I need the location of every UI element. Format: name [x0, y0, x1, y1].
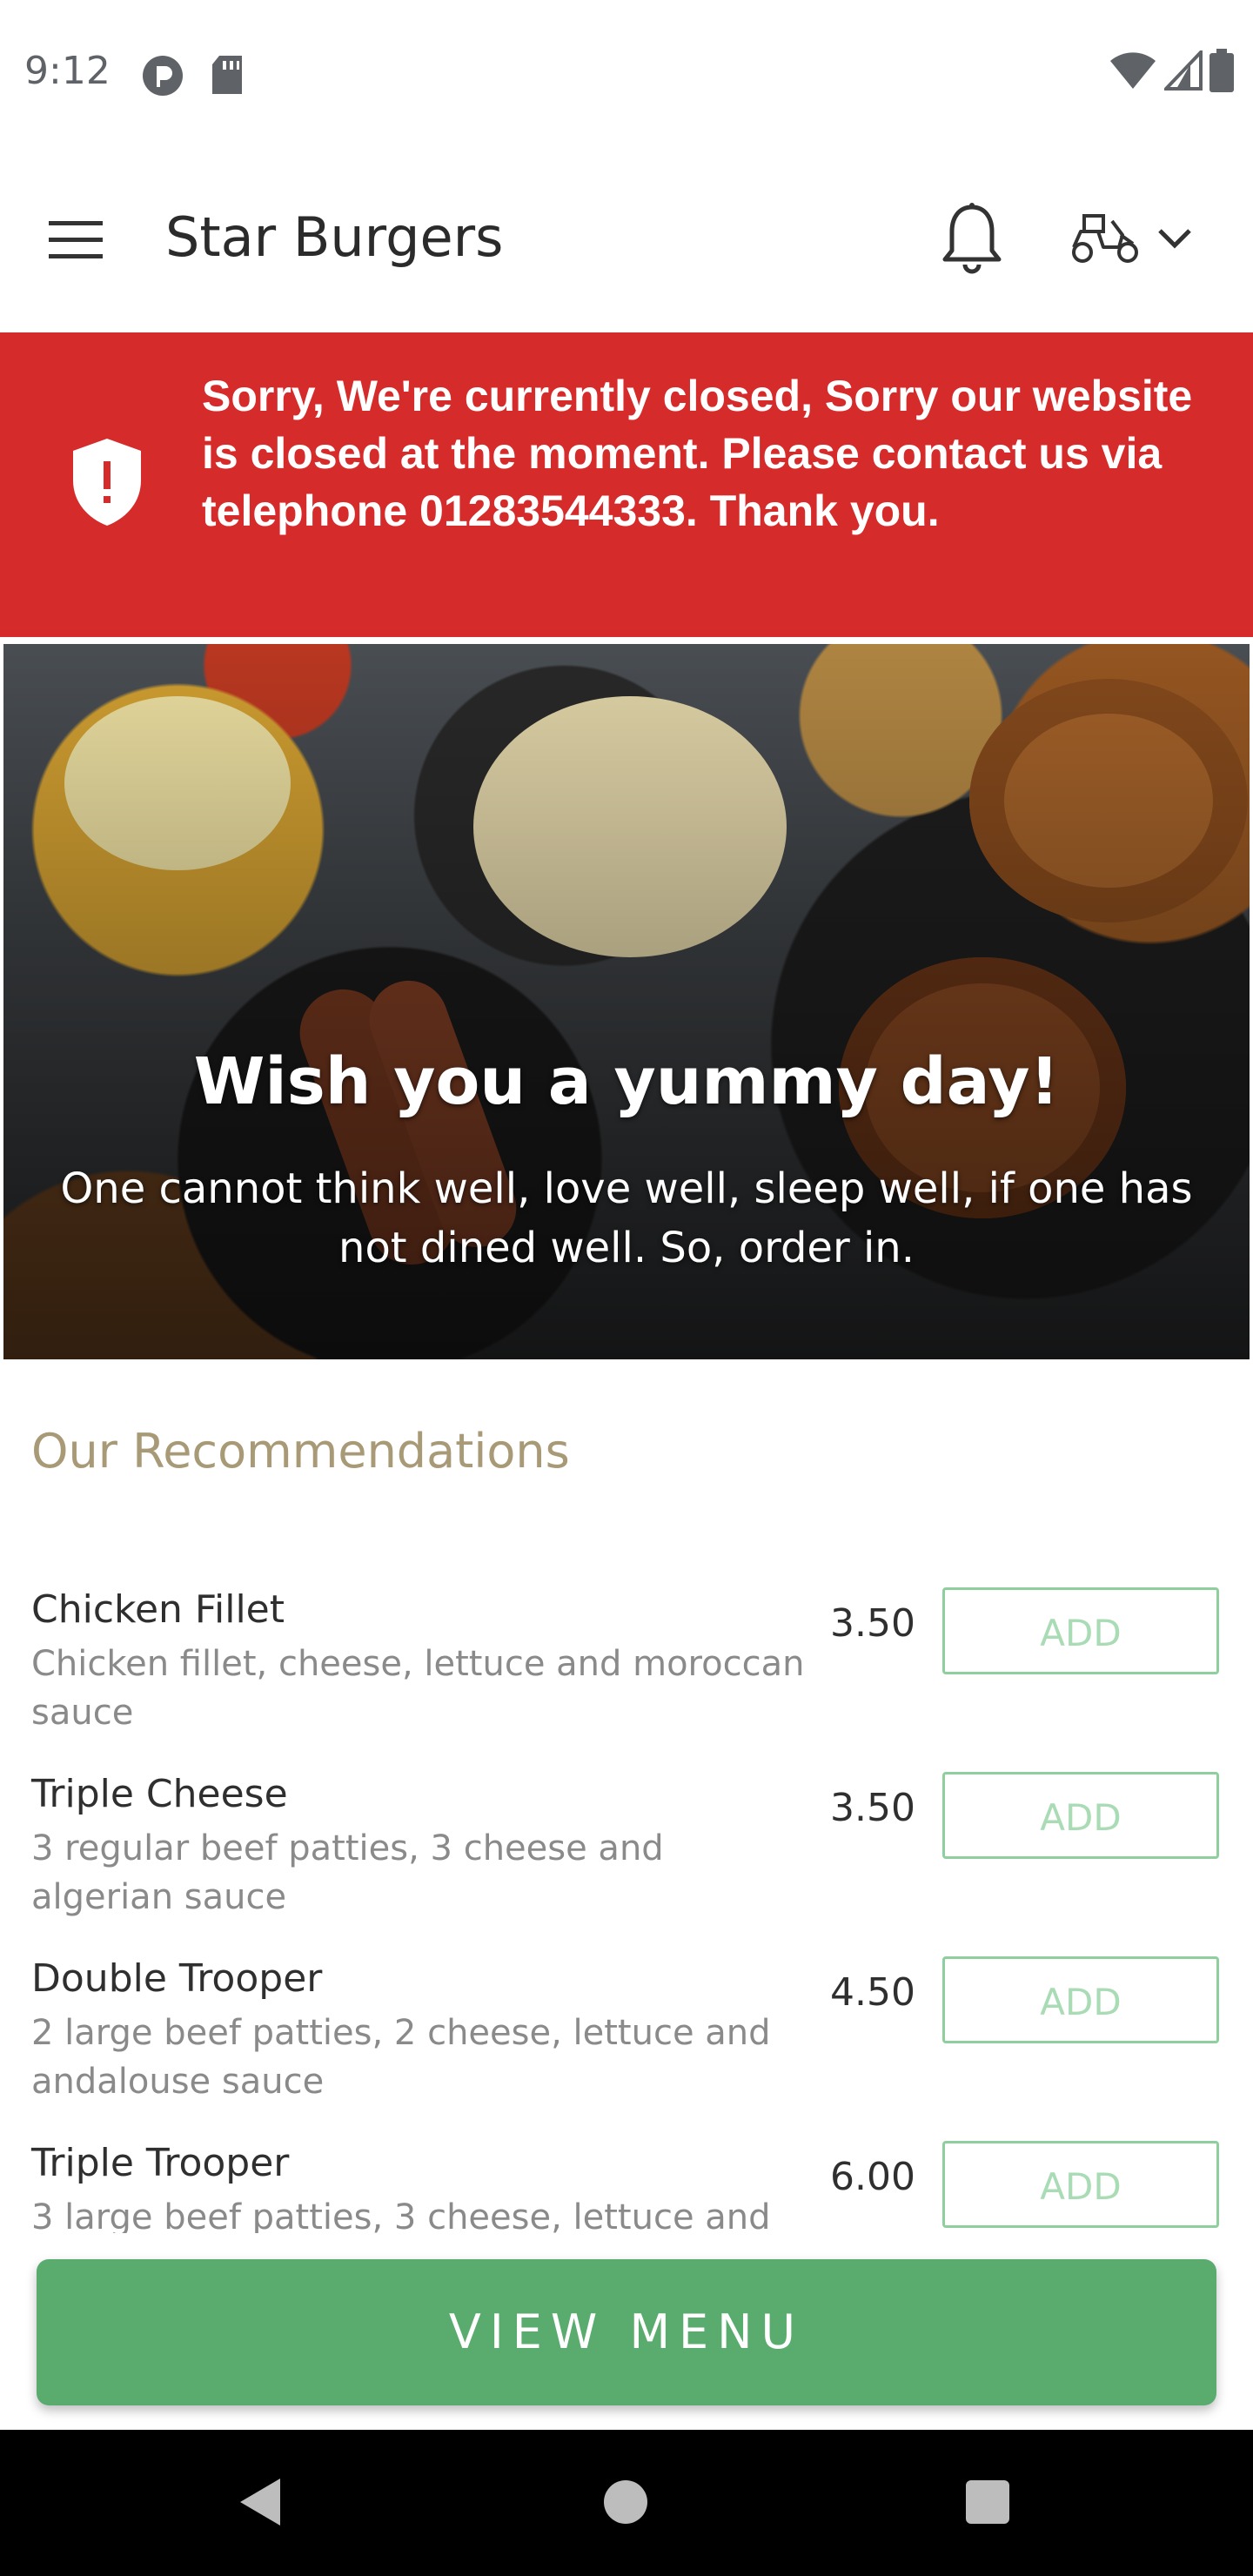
add-button[interactable]: ADD [942, 1956, 1219, 2043]
chevron-down-icon [1157, 228, 1192, 253]
home-icon[interactable] [604, 2480, 647, 2524]
item-price: 3.50 [830, 1601, 915, 1646]
add-button[interactable]: ADD [942, 1772, 1219, 1859]
item-name: Chicken Fillet [31, 1587, 285, 1632]
item-price: 3.50 [830, 1786, 915, 1830]
battery-icon [1209, 49, 1234, 97]
recommendations-list: Chicken Fillet Chicken fillet, cheese, l… [0, 1566, 1253, 2233]
app-title: Star Burgers [165, 205, 504, 269]
app-bar: Star Burgers [0, 148, 1253, 332]
signal-icon [1162, 48, 1203, 95]
item-name: Triple Trooper [31, 2141, 290, 2185]
hero-banner: Wish you a yummy day! One cannot think w… [3, 644, 1250, 1359]
item-description: 3 regular beef patties, 3 cheese and alg… [31, 1828, 664, 1917]
record-icon [141, 54, 184, 102]
menu-item: Triple Trooper 3 large beef patties, 3 c… [0, 2120, 1253, 2233]
sd-card-icon [211, 54, 245, 100]
add-button[interactable]: ADD [942, 2141, 1219, 2228]
closed-message: Sorry, We're currently closed, Sorry our… [202, 372, 1193, 535]
bell-icon[interactable] [941, 202, 1002, 277]
item-description: Chicken fillet, cheese, lettuce and moro… [31, 1644, 805, 1733]
delivery-scooter-icon [1069, 212, 1142, 269]
back-icon[interactable] [235, 2475, 284, 2533]
hamburger-menu-icon[interactable] [49, 219, 104, 261]
menu-item: Double Trooper 2 large beef patties, 2 c… [0, 1935, 1253, 2120]
closed-alert-banner: Sorry, We're currently closed, Sorry our… [0, 332, 1253, 637]
recommendations-title: Our Recommendations [31, 1424, 570, 1479]
status-right-icons [1109, 48, 1234, 97]
delivery-mode-selector[interactable] [1069, 209, 1208, 272]
menu-item: Chicken Fillet Chicken fillet, cheese, l… [0, 1566, 1253, 1751]
item-name: Triple Cheese [31, 1772, 288, 1816]
item-price: 4.50 [830, 1970, 915, 2015]
status-time: 9:12 [24, 49, 111, 93]
menu-item: Triple Cheese 3 regular beef patties, 3 … [0, 1751, 1253, 1935]
recents-icon[interactable] [966, 2480, 1009, 2524]
wifi-icon [1109, 50, 1157, 95]
item-description: 3 large beef patties, 3 cheese, lettuce … [31, 2197, 771, 2233]
item-description: 2 large beef patties, 2 cheese, lettuce … [31, 2013, 771, 2102]
system-nav-bar [0, 2430, 1253, 2576]
item-name: Double Trooper [31, 1956, 323, 2001]
status-bar: 9:12 [0, 0, 1253, 148]
hero-heading: Wish you a yummy day! [193, 1044, 1060, 1119]
hero-subtitle: One cannot think well, love well, sleep … [60, 1164, 1193, 1272]
add-button[interactable]: ADD [942, 1587, 1219, 1674]
shield-alert-icon [71, 437, 143, 532]
item-price: 6.00 [830, 2155, 915, 2199]
view-menu-button[interactable]: VIEW MENU [37, 2259, 1216, 2405]
